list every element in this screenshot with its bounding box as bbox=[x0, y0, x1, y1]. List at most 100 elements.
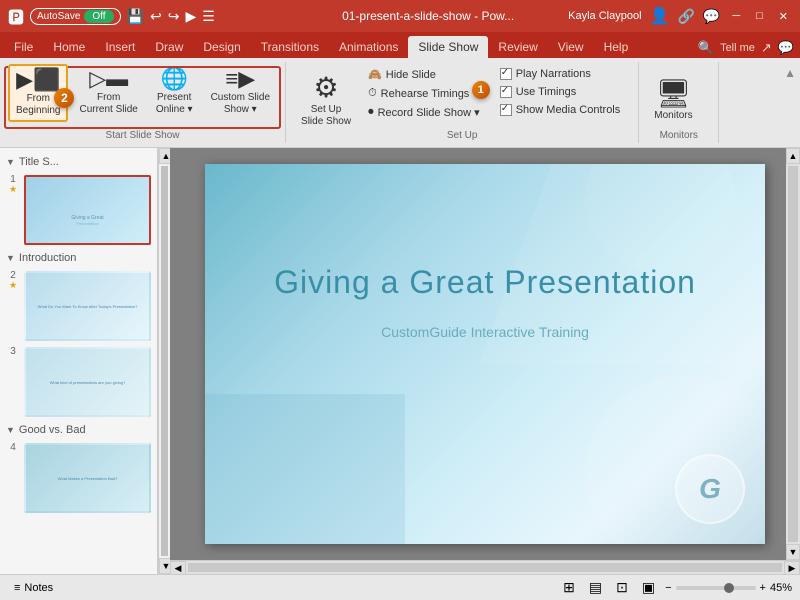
section-collapse-icon-2[interactable]: ▼ bbox=[6, 253, 15, 263]
play-narrations-label: Play Narrations bbox=[516, 68, 591, 80]
title-bar-left: 🅿 AutoSave Off 💾 ↩ ↪ ▶ ☰ bbox=[8, 4, 288, 28]
slide-num-1: 1 ★ bbox=[6, 175, 20, 194]
show-media-label: Show Media Controls bbox=[516, 104, 621, 116]
hide-slide-btn[interactable]: 🙈 Hide Slide bbox=[362, 66, 486, 83]
slide-thumb-3[interactable]: What kind of presentations are you givin… bbox=[24, 347, 151, 417]
use-timings-label: Use Timings bbox=[516, 86, 577, 98]
record-show-btn[interactable]: ⏺ Record Slide Show ▾ bbox=[362, 104, 486, 121]
minimize-btn[interactable]: ─ bbox=[728, 10, 744, 22]
slide-sorter-btn[interactable]: ⊡ bbox=[612, 577, 632, 598]
slide-thumb-2[interactable]: What Do You Want To Know After Today's P… bbox=[24, 271, 151, 341]
tab-draw[interactable]: Draw bbox=[145, 36, 193, 58]
main-h-scrollbar[interactable]: ◀ ▶ bbox=[170, 560, 800, 574]
slide-thumb-4[interactable]: What Makes a Presentation Bad? bbox=[24, 443, 151, 513]
redo-icon[interactable]: ↪ bbox=[168, 8, 180, 25]
section-collapse-icon-3[interactable]: ▼ bbox=[6, 425, 15, 435]
play-narrations-check[interactable] bbox=[500, 68, 512, 80]
show-media-btn[interactable]: Show Media Controls bbox=[494, 102, 627, 118]
autosave-badge[interactable]: AutoSave Off bbox=[30, 8, 121, 25]
use-timings-btn[interactable]: Use Timings bbox=[494, 84, 627, 100]
rehearse-btn[interactable]: ⏱ Rehearse Timings 1 bbox=[362, 85, 486, 102]
monitors-btn[interactable]: 🖥 Monitors bbox=[647, 66, 699, 136]
tab-file[interactable]: File bbox=[4, 36, 43, 58]
normal-view-btn[interactable]: ⊞ bbox=[559, 577, 579, 598]
slide-thumb-preview-3: What kind of presentations are you givin… bbox=[46, 376, 130, 389]
slide-item-3[interactable]: 3 What kind of presentations are you giv… bbox=[4, 344, 153, 420]
start-slideshow-group: ▶⬛ FromBeginning 2 ▷▬ FromCurrent Slide … bbox=[0, 62, 286, 143]
main-scroll-thumb[interactable] bbox=[788, 166, 798, 542]
tab-help[interactable]: Help bbox=[594, 36, 639, 58]
present-icon[interactable]: ▶ bbox=[185, 8, 196, 25]
comments-icon[interactable]: 💬 bbox=[703, 8, 720, 25]
tab-insert[interactable]: Insert bbox=[95, 36, 145, 58]
slide-thumb-preview-4: What Makes a Presentation Bad? bbox=[54, 472, 122, 485]
zoom-minus-btn[interactable]: − bbox=[665, 582, 671, 594]
use-timings-check[interactable] bbox=[500, 86, 512, 98]
star-icon-2: ★ bbox=[9, 281, 17, 290]
close-btn[interactable]: ✕ bbox=[775, 10, 792, 23]
powerpoint-icon: 🅿 bbox=[8, 4, 24, 28]
show-media-check[interactable] bbox=[500, 104, 512, 116]
scroll-thumb[interactable] bbox=[161, 166, 168, 556]
maximize-btn[interactable]: □ bbox=[752, 10, 767, 22]
outline-view-btn[interactable]: ▤ bbox=[585, 577, 606, 598]
zoom-plus-btn[interactable]: + bbox=[760, 582, 766, 594]
tab-animations[interactable]: Animations bbox=[329, 36, 408, 58]
undo-icon[interactable]: ↩ bbox=[150, 8, 162, 25]
autosave-toggle[interactable]: Off bbox=[84, 10, 113, 23]
section-introduction-label: Introduction bbox=[19, 252, 76, 264]
account-icon[interactable]: 👤 bbox=[650, 6, 670, 26]
setup-slideshow-btn[interactable]: ⚙ Set UpSlide Show bbox=[294, 66, 358, 136]
slide-thumb-1[interactable]: Giving a Great Presentation bbox=[24, 175, 151, 245]
slide-thumb-preview-2: What Do You Want To Know After Today's P… bbox=[34, 300, 142, 313]
settings-icon[interactable]: ☰ bbox=[202, 8, 215, 25]
main-scroll-up[interactable]: ▲ bbox=[786, 148, 800, 164]
tab-view[interactable]: View bbox=[548, 36, 594, 58]
tab-design[interactable]: Design bbox=[193, 36, 250, 58]
main-scroll-left[interactable]: ◀ bbox=[170, 561, 186, 575]
section-collapse-icon[interactable]: ▼ bbox=[6, 157, 15, 167]
filename-title: 01-present-a-slide-show - Pow... bbox=[288, 9, 568, 23]
tab-review[interactable]: Review bbox=[488, 36, 547, 58]
zoom-thumb[interactable] bbox=[724, 583, 734, 593]
setup-icon: ⚙ bbox=[313, 74, 338, 102]
tab-home[interactable]: Home bbox=[43, 36, 95, 58]
slides-panel-scrollbar[interactable]: ▲ ▼ bbox=[158, 148, 170, 574]
main-scroll-right[interactable]: ▶ bbox=[784, 561, 800, 575]
comments-ribbon-icon[interactable]: 💬 bbox=[778, 40, 794, 56]
status-bar: ≡ Notes ⊞ ▤ ⊡ ▣ − + 45% bbox=[0, 574, 800, 600]
star-icon-1: ★ bbox=[9, 185, 17, 194]
slide-subtitle: CustomGuide Interactive Training bbox=[235, 324, 735, 340]
main-slide: Giving a Great Presentation CustomGuide … bbox=[205, 164, 765, 544]
content-area: ▼ Title S... 1 ★ Giving a Great Presenta… bbox=[0, 148, 800, 574]
notes-button[interactable]: ≡ Notes bbox=[8, 580, 59, 596]
slide-item-4[interactable]: 4 What Makes a Presentation Bad? bbox=[4, 440, 153, 516]
main-scroll-down[interactable]: ▼ bbox=[786, 544, 800, 560]
reading-view-btn[interactable]: ▣ bbox=[638, 577, 659, 598]
title-bar: 🅿 AutoSave Off 💾 ↩ ↪ ▶ ☰ 01-present-a-sl… bbox=[0, 0, 800, 32]
slide-item-1[interactable]: 1 ★ Giving a Great Presentation bbox=[4, 172, 153, 248]
slide-num-4: 4 bbox=[6, 443, 20, 453]
save-icon[interactable]: 💾 bbox=[127, 8, 144, 25]
share-icon[interactable]: 🔗 bbox=[677, 8, 694, 25]
setup-group: ⚙ Set UpSlide Show 🙈 Hide Slide ⏱ Rehear… bbox=[286, 62, 639, 143]
tab-transitions[interactable]: Transitions bbox=[251, 36, 329, 58]
zoom-slider[interactable] bbox=[676, 586, 756, 590]
section-title-label: Title S... bbox=[19, 156, 59, 168]
share-ribbon-icon[interactable]: ↗ bbox=[761, 40, 772, 56]
ribbon-collapse-icon[interactable]: ▲ bbox=[784, 66, 796, 80]
monitors-group: 🖥 Monitors Monitors bbox=[639, 62, 719, 143]
hide-slide-icon: 🙈 bbox=[368, 68, 382, 81]
record-icon: ⏺ bbox=[368, 106, 374, 119]
section-good-vs-bad-label: Good vs. Bad bbox=[19, 424, 86, 436]
tab-slideshow[interactable]: Slide Show bbox=[408, 36, 488, 58]
main-v-scrollbar[interactable]: ▲ ▼ bbox=[786, 148, 800, 560]
slide-item-2[interactable]: 2 ★ What Do You Want To Know After Today… bbox=[4, 268, 153, 344]
monitor-icon: 🖥 bbox=[656, 80, 692, 108]
play-narrations-btn[interactable]: Play Narrations bbox=[494, 66, 627, 82]
section-title: ▼ Title S... bbox=[4, 152, 153, 172]
search-icon[interactable]: 🔍 bbox=[698, 40, 714, 56]
slide-num-2: 2 ★ bbox=[6, 271, 20, 290]
title-bar-controls: Kayla Claypool 👤 🔗 💬 ─ □ ✕ bbox=[568, 6, 792, 26]
main-h-scroll-thumb[interactable] bbox=[188, 563, 782, 572]
